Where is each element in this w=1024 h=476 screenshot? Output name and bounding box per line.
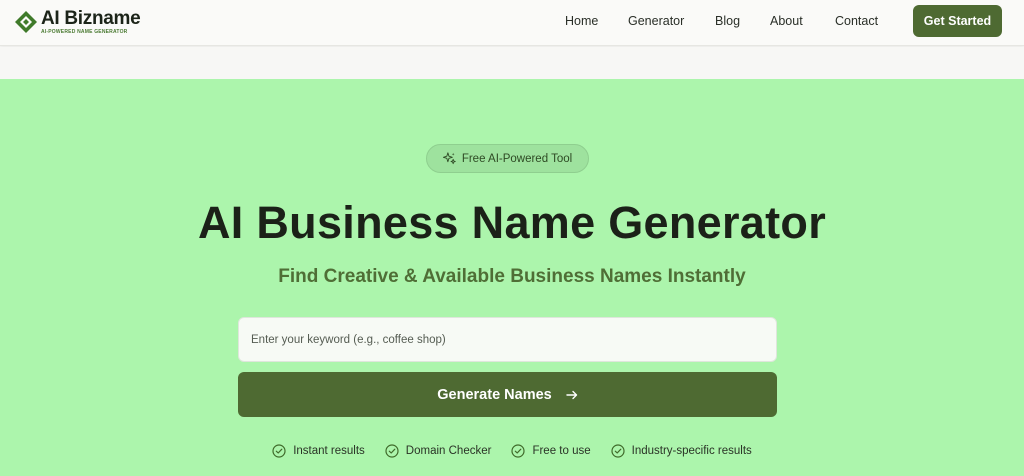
check-circle-icon: [511, 444, 526, 458]
free-tool-badge: Free AI-Powered Tool: [426, 144, 589, 173]
check-circle-icon: [385, 444, 399, 458]
feature-label: Domain Checker: [405, 445, 492, 457]
feature-item: Domain Checker: [385, 442, 492, 460]
logo[interactable]: AI Bizname AI-POWERED NAME GENERATOR: [14, 7, 154, 39]
nav-link-generator[interactable]: Generator: [628, 14, 684, 28]
generate-names-button[interactable]: Generate Names: [238, 372, 777, 417]
feature-item: Instant results: [272, 442, 365, 460]
badge-label: Free AI-Powered Tool: [461, 152, 573, 165]
get-started-button[interactable]: Get Started: [913, 5, 1002, 37]
feature-label: Instant results: [293, 445, 365, 457]
feature-item: Free to use: [511, 442, 591, 460]
hero-section: Free AI-Powered Tool AI Business Name Ge…: [0, 79, 1024, 476]
check-circle-icon: [611, 444, 625, 458]
sparkle-icon: [442, 152, 456, 165]
page-title: AI Business Name Generator: [197, 197, 827, 248]
navbar: AI Bizname AI-POWERED NAME GENERATOR Hom…: [0, 0, 1024, 46]
arrow-right-icon: [566, 390, 577, 399]
header-spacer: [0, 47, 1024, 79]
logo-tagline: AI-POWERED NAME GENERATOR: [41, 29, 128, 35]
feature-item: Industry-specific results: [611, 442, 752, 460]
feature-list: Instant results Domain Checker Free to u…: [0, 442, 1024, 460]
generate-button-label: Generate Names: [437, 386, 552, 403]
page-subtitle: Find Creative & Available Business Names…: [278, 266, 746, 287]
nav-link-blog[interactable]: Blog: [715, 14, 740, 28]
keyword-input[interactable]: [238, 317, 777, 362]
diamond-logo-icon: [15, 11, 37, 33]
nav-link-about[interactable]: About: [770, 14, 803, 28]
nav-link-home[interactable]: Home: [565, 14, 598, 28]
feature-label: Industry-specific results: [631, 445, 752, 457]
nav-link-contact[interactable]: Contact: [835, 14, 878, 28]
feature-label: Free to use: [532, 445, 591, 457]
logo-text: AI Bizname: [41, 8, 141, 29]
check-circle-icon: [272, 444, 286, 458]
